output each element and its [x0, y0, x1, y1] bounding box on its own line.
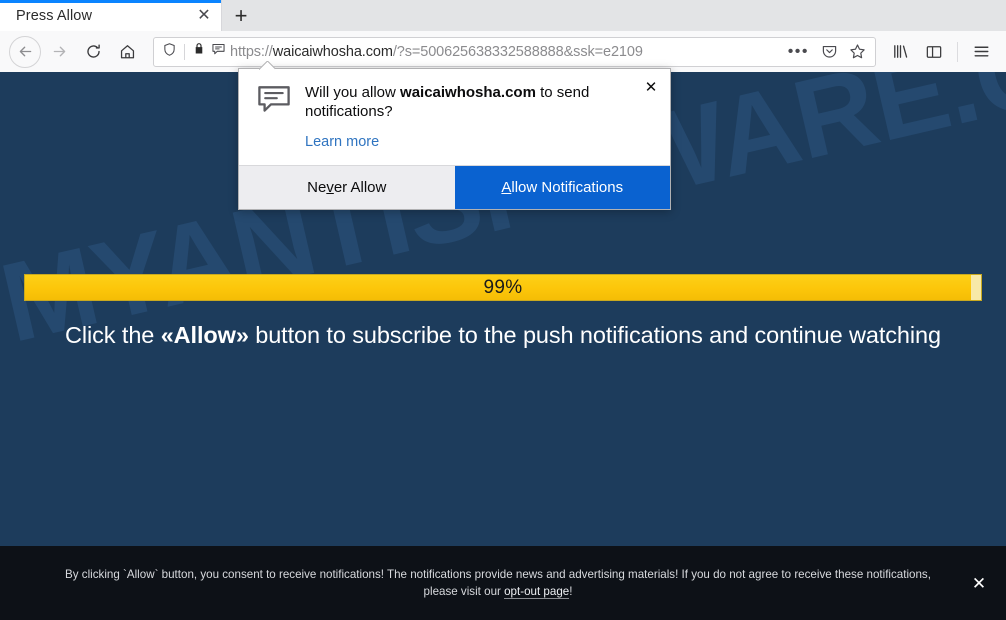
allow-post: llow Notifications — [511, 179, 624, 196]
page-headline: Click the «Allow» button to subscribe to… — [0, 322, 1006, 349]
notification-bubble-icon — [257, 85, 291, 151]
allow-notifications-button[interactable]: Allow Notifications — [454, 166, 670, 209]
notification-permission-popup: Will you allow waicaiwhosha.com to send … — [238, 68, 671, 210]
close-consent-banner-icon[interactable]: ✕ — [966, 570, 992, 596]
progress-bar-label: 99% — [483, 276, 523, 298]
headline-allow-emphasis: «Allow» — [160, 322, 249, 348]
consent-line-2-before: please visit our — [423, 585, 505, 598]
headline-before: Click the — [65, 322, 161, 348]
new-tab-button[interactable]: + — [222, 0, 260, 31]
hamburger-menu-icon[interactable] — [965, 36, 997, 68]
sidebar-icon[interactable] — [918, 36, 950, 68]
library-icon[interactable] — [884, 36, 916, 68]
never-allow-post: er Allow — [333, 179, 387, 196]
consent-line-2-after: ! — [569, 585, 573, 598]
toolbar-right-actions — [884, 36, 997, 68]
progress-bar: 99% — [24, 274, 982, 301]
consent-banner-text: By clicking `Allow` button, you consent … — [34, 566, 962, 600]
identity-divider — [184, 43, 185, 60]
forward-arrow-icon[interactable] — [43, 36, 75, 68]
url-path: /?s=500625638332588888&ssk=e2109 — [392, 43, 643, 60]
question-prefix: Will you allow — [305, 84, 401, 101]
learn-more-link[interactable]: Learn more — [305, 134, 379, 150]
browser-window: Press Allow ✕ + https://waicaiwhosha.com… — [0, 0, 1006, 620]
permission-question: Will you allow waicaiwhosha.com to send … — [305, 83, 634, 121]
popup-actions: Ne v er Allow Allow Notifications — [239, 165, 670, 209]
identity-box[interactable] — [162, 42, 226, 62]
page-actions-button[interactable]: ••• — [784, 43, 813, 60]
navigation-toolbar: https://waicaiwhosha.com/?s=500625638332… — [0, 31, 1006, 72]
url-host: waicaiwhosha.com — [272, 43, 393, 60]
browser-tab-active[interactable]: Press Allow ✕ — [0, 0, 222, 31]
browser-chrome: Press Allow ✕ + https://waicaiwhosha.com… — [0, 0, 1006, 72]
back-arrow-icon[interactable] — [9, 35, 41, 68]
headline-after: button to subscribe to the push notifica… — [248, 322, 941, 348]
allow-accesskey: A — [501, 179, 512, 196]
url-text: https://waicaiwhosha.com/?s=500625638332… — [230, 44, 780, 60]
home-icon[interactable] — [111, 36, 143, 68]
popup-content: Will you allow waicaiwhosha.com to send … — [305, 83, 654, 151]
consent-line-1: By clicking `Allow` button, you consent … — [65, 568, 931, 581]
star-icon[interactable] — [845, 40, 869, 64]
notification-permission-icon[interactable] — [211, 42, 226, 62]
pocket-icon[interactable] — [817, 40, 841, 64]
reload-icon[interactable] — [77, 36, 109, 68]
never-allow-button[interactable]: Ne v er Allow — [239, 166, 455, 209]
shield-icon[interactable] — [162, 42, 177, 62]
tab-title: Press Allow — [16, 7, 93, 24]
url-scheme: https:// — [230, 43, 273, 60]
padlock-icon[interactable] — [192, 42, 206, 61]
close-popup-icon[interactable]: ✕ — [641, 77, 661, 97]
opt-out-page-link[interactable]: opt-out page — [504, 585, 570, 599]
popup-body: Will you allow waicaiwhosha.com to send … — [239, 69, 670, 165]
never-allow-accesskey: v — [326, 179, 334, 196]
tab-strip: Press Allow ✕ + — [0, 0, 1006, 31]
question-host: waicaiwhosha.com — [400, 84, 536, 101]
never-allow-pre: Ne — [307, 179, 327, 196]
close-tab-icon[interactable]: ✕ — [193, 5, 215, 27]
consent-banner: By clicking `Allow` button, you consent … — [0, 546, 1006, 620]
toolbar-divider — [957, 41, 958, 62]
